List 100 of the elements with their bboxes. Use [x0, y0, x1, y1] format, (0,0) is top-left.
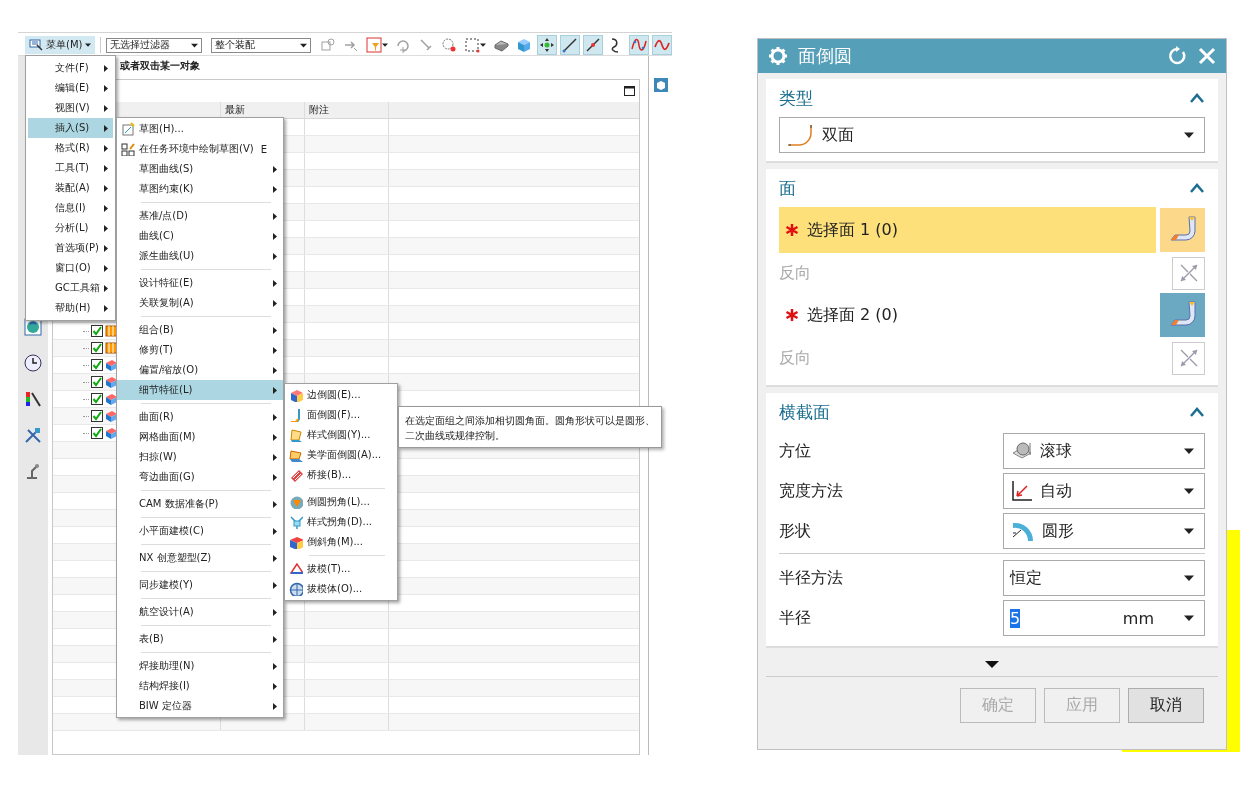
menu-item[interactable]: 草图(H)... — [117, 119, 283, 139]
dropdown[interactable]: 圆形 — [1003, 513, 1205, 549]
menu-item[interactable]: 表(B) — [117, 629, 283, 649]
menu-item[interactable]: 草图曲线(S) — [117, 159, 283, 179]
menu-item[interactable]: 工具(T) — [28, 158, 113, 178]
dropdown[interactable]: 滚球 — [1003, 433, 1205, 469]
menu-item[interactable]: 细节特征(L) — [117, 380, 283, 400]
menu-item[interactable]: BIW 定位器 — [117, 696, 283, 716]
close-icon[interactable] — [1198, 47, 1216, 65]
submenu-arrow-icon — [104, 264, 108, 272]
menu-item[interactable]: 分析(L) — [28, 218, 113, 238]
checkbox[interactable] — [91, 359, 103, 371]
menu-item[interactable]: 拔模体(O)... — [285, 579, 397, 599]
menu-item[interactable]: 关联复制(A) — [117, 293, 283, 313]
menu-item[interactable]: 修剪(T) — [117, 340, 283, 360]
menu-item[interactable]: 设计特征(E) — [117, 273, 283, 293]
menu-item[interactable]: 首选项(P) — [28, 238, 113, 258]
solid-icon — [105, 427, 118, 439]
menu-item[interactable]: 面倒圆(F)... — [285, 405, 397, 425]
tools-icon[interactable] — [24, 426, 42, 444]
menu-item[interactable]: 倒圆拐角(L)... — [285, 492, 397, 512]
dialog-button[interactable]: 取消 — [1128, 688, 1204, 723]
menu-item[interactable]: 同步建模(Y) — [117, 575, 283, 595]
menu-item[interactable]: 偏置/缩放(O) — [117, 360, 283, 380]
menu-item[interactable]: 派生曲线(U) — [117, 246, 283, 266]
solid-icon — [105, 410, 118, 422]
menu-item[interactable]: GC工具箱 — [28, 278, 113, 298]
column-header[interactable]: 附注 — [305, 102, 389, 118]
menu-item[interactable]: 边倒圆(E)... — [285, 385, 397, 405]
dropdown[interactable]: 双面 — [779, 117, 1205, 153]
menu-item[interactable]: 桥接(B)... — [285, 465, 397, 485]
menu-item[interactable]: 文件(F) — [28, 58, 113, 78]
filter-dropdown[interactable]: 无选择过滤器 — [106, 37, 203, 53]
menu-item[interactable]: 帮助(H) — [28, 298, 113, 318]
menu-item[interactable]: 样式拐角(D)... — [285, 512, 397, 532]
submenu-arrow-icon — [273, 500, 277, 508]
menu-item[interactable]: 拔模(T)... — [285, 559, 397, 579]
menu-item[interactable]: 视图(V) — [28, 98, 113, 118]
reset-icon[interactable] — [1168, 46, 1188, 66]
collapse-icon[interactable] — [1189, 182, 1205, 194]
cube-icon[interactable] — [516, 37, 532, 53]
menu-item[interactable]: 组合(B) — [117, 320, 283, 340]
menu-item[interactable]: 草图约束(K) — [117, 179, 283, 199]
menu-item[interactable]: 焊接助理(N) — [117, 656, 283, 676]
scope-dropdown[interactable]: 整个装配 — [211, 37, 311, 53]
submenu-arrow-icon — [273, 413, 277, 421]
snap-icon[interactable] — [539, 37, 555, 53]
dropdown[interactable]: 恒定 — [1003, 560, 1205, 596]
submenu-arrow-icon — [273, 554, 277, 562]
robot-arm-icon[interactable] — [24, 462, 42, 480]
clock-icon[interactable] — [24, 354, 42, 372]
menu-item[interactable]: 弯边曲面(G) — [117, 467, 283, 487]
menu-item[interactable]: 格式(R) — [28, 138, 113, 158]
checkbox[interactable] — [91, 427, 103, 439]
line-icon[interactable] — [585, 37, 601, 53]
menu-item[interactable]: 编辑(E) — [28, 78, 113, 98]
menu-item[interactable]: 样式倒圆(Y)... — [285, 425, 397, 445]
radius-field[interactable]: 5 mm — [1003, 600, 1205, 636]
menu-item[interactable]: 曲面(R) — [117, 407, 283, 427]
checkbox[interactable] — [91, 393, 103, 405]
chamfer-icon — [289, 535, 303, 549]
submenu-arrow-icon — [104, 144, 108, 152]
menu-item[interactable]: 扫掠(W) — [117, 447, 283, 467]
menu-item[interactable]: 基准/点(D) — [117, 206, 283, 226]
solid-icon — [105, 376, 118, 388]
checkbox[interactable] — [91, 376, 103, 388]
unit-dropdown[interactable]: mm — [1122, 608, 1194, 628]
marquee-icon[interactable] — [464, 37, 480, 53]
spectrum-icon[interactable] — [24, 390, 42, 408]
menu-item[interactable]: 美学面倒圆(A)... — [285, 445, 397, 465]
collapse-icon[interactable] — [1189, 406, 1205, 418]
menu-item[interactable]: 曲线(C) — [117, 226, 283, 246]
select-face-button[interactable] — [1160, 293, 1205, 337]
selection-row[interactable]: 选择面 2 (0) — [779, 292, 1156, 338]
menu-item[interactable]: 小平面建模(C) — [117, 521, 283, 541]
maximize-icon[interactable] — [624, 86, 635, 96]
menu-item[interactable]: 信息(I) — [28, 198, 113, 218]
solid-icon[interactable] — [493, 37, 509, 53]
menu-item[interactable]: 插入(S) — [28, 118, 113, 138]
submenu-arrow-icon — [273, 299, 277, 307]
menu-item[interactable]: 航空设计(A) — [117, 602, 283, 622]
menu-item[interactable]: 倒斜角(M)... — [285, 532, 397, 552]
dropdown[interactable]: 自动 — [1003, 473, 1205, 509]
selection-row[interactable]: 选择面 1 (0) — [779, 207, 1156, 253]
checkbox[interactable] — [91, 342, 103, 354]
line-icon[interactable] — [562, 37, 578, 53]
menu-item[interactable]: 在任务环境中绘制草图(V) E — [117, 139, 283, 159]
menu-button[interactable]: 菜单(M) — [25, 36, 96, 54]
menu-item[interactable]: CAM 数据准备(P) — [117, 494, 283, 514]
wave-icon[interactable] — [654, 37, 670, 53]
collapse-icon[interactable] — [1189, 92, 1205, 104]
checkbox[interactable] — [91, 410, 103, 422]
menu-item[interactable]: 装配(A) — [28, 178, 113, 198]
menu-item[interactable]: 结构焊接(I) — [117, 676, 283, 696]
menu-item[interactable]: 窗口(O) — [28, 258, 113, 278]
menu-item[interactable]: 网格曲面(M) — [117, 427, 283, 447]
more-options-icon[interactable] — [985, 659, 999, 669]
menu-item[interactable]: NX 创意塑型(Z) — [117, 548, 283, 568]
spline-icon[interactable] — [631, 37, 647, 53]
checkbox[interactable] — [91, 325, 103, 337]
